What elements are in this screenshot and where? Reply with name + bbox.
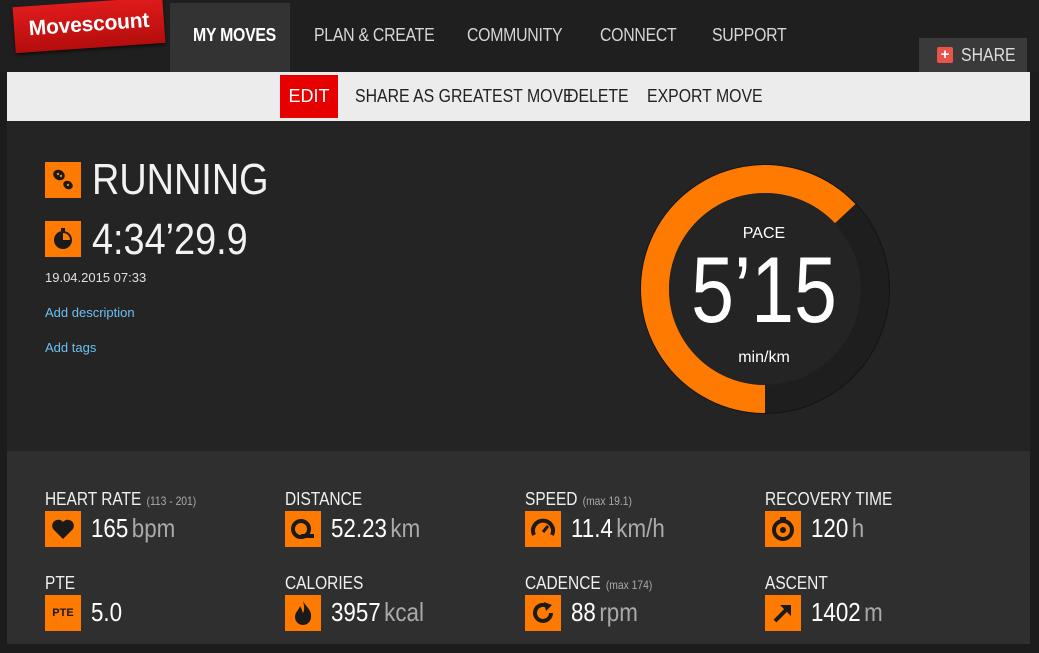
stat-unit: rpm <box>599 597 638 627</box>
pte-icon: PTE <box>45 595 81 631</box>
share-label: SHARE <box>961 44 1016 65</box>
stat-value: 88 rpm <box>571 597 638 628</box>
move-action-bar: EDIT SHARE AS GREATEST MOVE DELETE EXPOR… <box>7 72 1030 121</box>
stat-value: 5.0 <box>91 597 122 628</box>
stat-unit: bpm <box>131 513 176 543</box>
heart-icon <box>45 511 81 547</box>
stat-title: ASCENT <box>765 573 828 594</box>
activity-type: RUNNING <box>92 155 269 204</box>
pace-value: 5’15 <box>691 237 837 342</box>
stat-speed: SPEED (max 19.1) 11.4 km/h <box>525 489 755 569</box>
stat-number: 3957 <box>331 597 381 627</box>
stat-number: 1402 <box>811 597 861 627</box>
nav-community[interactable]: COMMUNITY <box>467 0 563 72</box>
stat-number: 5.0 <box>91 597 123 627</box>
stat-recovery-time: RECOVERY TIME 120 h <box>765 489 995 569</box>
stat-value: 165 bpm <box>91 513 175 544</box>
stat-unit: kcal <box>384 597 424 627</box>
delete-button[interactable]: DELETE <box>567 72 629 118</box>
stat-number: 52.23 <box>331 513 387 543</box>
stat-number: 165 <box>91 513 129 543</box>
stat-heart-rate: HEART RATE (113 - 201) 165 bpm <box>45 489 275 569</box>
stat-title: DISTANCE <box>285 489 362 510</box>
stat-title: SPEED (max 19.1) <box>525 489 632 510</box>
stat-value: 120 h <box>811 513 864 544</box>
pace-unit: min/km <box>738 349 790 366</box>
stat-subtitle: (113 - 201) <box>146 494 197 508</box>
stat-unit: km <box>390 513 421 543</box>
arrow-up-right-icon <box>765 595 801 631</box>
stat-title: CADENCE (max 174) <box>525 573 652 594</box>
top-navigation: Movescount MY MOVES PLAN & CREATE COMMUN… <box>0 0 1039 72</box>
plus-icon: + <box>937 47 953 63</box>
stat-calories: CALORIES 3957 kcal <box>285 573 515 653</box>
stat-pte: PTE PTE 5.0 <box>45 573 275 653</box>
stat-title-text: ASCENT <box>765 573 828 593</box>
edit-button[interactable]: EDIT <box>280 75 338 118</box>
stat-title-text: CADENCE <box>525 573 601 593</box>
nav-my-moves[interactable]: MY MOVES <box>193 0 276 72</box>
stat-value: 1402 m <box>811 597 883 628</box>
stat-value: 3957 kcal <box>331 597 424 628</box>
stat-number: 120 <box>811 513 849 543</box>
stopwatch-icon <box>45 221 81 257</box>
nav-plan-create[interactable]: PLAN & CREATE <box>314 0 435 72</box>
tape-measure-icon <box>285 511 321 547</box>
stat-ascent: ASCENT 1402 m <box>765 573 995 653</box>
stat-title-text: PTE <box>45 573 76 593</box>
cadence-icon <box>525 595 561 631</box>
stat-title-text: CALORIES <box>285 573 364 593</box>
stat-unit: h <box>851 513 865 543</box>
nav-connect[interactable]: CONNECT <box>600 0 677 72</box>
stat-number: 11.4 <box>571 513 613 543</box>
speedometer-icon <box>525 511 561 547</box>
stat-value: 11.4 km/h <box>571 513 665 544</box>
stat-title: PTE <box>45 573 75 594</box>
stat-title-text: SPEED <box>525 489 578 509</box>
stat-number: 88 <box>571 597 596 627</box>
stat-title-text: HEART RATE <box>45 489 142 509</box>
export-move-button[interactable]: EXPORT MOVE <box>647 72 763 118</box>
stat-unit: m <box>864 597 883 627</box>
share-button[interactable]: + SHARE <box>919 38 1027 72</box>
stat-subtitle: (max 19.1) <box>582 494 632 508</box>
flame-icon <box>285 595 321 631</box>
nav-support[interactable]: SUPPORT <box>712 0 787 72</box>
stat-title: HEART RATE (113 - 201) <box>45 489 196 510</box>
movescount-logo[interactable]: Movescount <box>12 0 166 54</box>
move-summary-panel: RUNNING 4:34’29.9 19.04.2015 07:33 Add d… <box>7 121 1030 451</box>
move-duration: 4:34’29.9 <box>92 215 248 264</box>
add-description-link[interactable]: Add description <box>45 305 135 320</box>
stat-subtitle: (max 174) <box>605 578 653 592</box>
stat-title-text: DISTANCE <box>285 489 363 509</box>
stat-title: CALORIES <box>285 573 363 594</box>
share-as-greatest-move-button[interactable]: SHARE AS GREATEST MOVE <box>355 72 574 118</box>
stat-title: RECOVERY TIME <box>765 489 892 510</box>
pte-icon-label: PTE <box>52 607 74 619</box>
stat-title-text: RECOVERY TIME <box>765 489 893 509</box>
stat-cadence: CADENCE (max 174) 88 rpm <box>525 573 755 653</box>
stat-unit: km/h <box>616 513 665 543</box>
move-stats: HEART RATE (113 - 201) 165 bpm DISTANCE 52… <box>7 451 1030 644</box>
recovery-timer-icon <box>765 511 801 547</box>
move-datetime: 19.04.2015 07:33 <box>45 270 147 285</box>
running-shoe-icon <box>45 162 81 198</box>
stat-distance: DISTANCE 52.23 km <box>285 489 515 569</box>
stat-value: 52.23 km <box>331 513 420 544</box>
add-tags-link[interactable]: Add tags <box>45 340 96 355</box>
